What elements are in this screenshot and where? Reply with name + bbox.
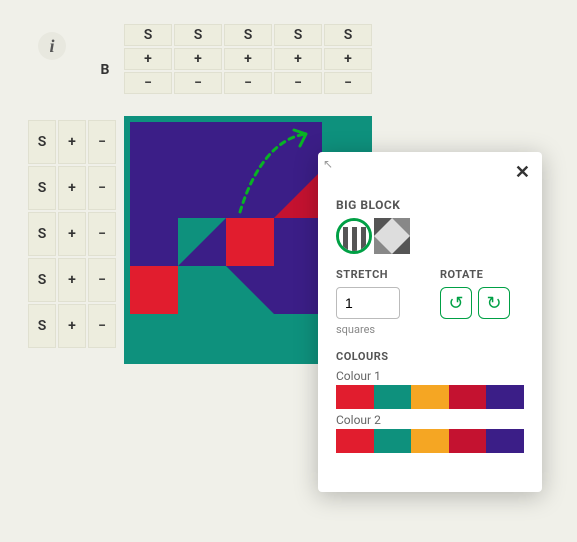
swatch-row: [336, 429, 524, 453]
stretch-hint: squares: [336, 323, 420, 336]
colour-swatch[interactable]: [449, 429, 487, 453]
canvas-shape[interactable]: [226, 266, 274, 314]
block-option-triangles[interactable]: [374, 218, 410, 254]
colour-swatch[interactable]: [449, 385, 487, 409]
block-panel: ↖ ✕ BIG BLOCK STRETCH squares: [318, 152, 542, 492]
col-remove-button[interactable]: −: [274, 72, 322, 94]
canvas-shape[interactable]: [274, 314, 322, 362]
canvas-shape[interactable]: [226, 218, 274, 266]
row-select-button[interactable]: S: [28, 304, 56, 348]
stretch-input[interactable]: [336, 287, 400, 319]
close-icon[interactable]: ✕: [515, 162, 530, 183]
col-select-button[interactable]: S: [224, 24, 272, 46]
block-option-stripes[interactable]: [336, 218, 372, 254]
resize-handle-icon[interactable]: ↖: [323, 157, 333, 171]
stretch-section: STRETCH squares: [336, 268, 420, 336]
row-remove-button[interactable]: −: [88, 212, 116, 256]
col-select-button[interactable]: S: [124, 24, 172, 46]
col-add-button[interactable]: +: [174, 48, 222, 70]
colour-row-label: Colour 2: [336, 413, 524, 427]
row-remove-button[interactable]: −: [88, 166, 116, 210]
info-button[interactable]: i: [38, 32, 66, 60]
rotate-section: ROTATE ↺ ↻: [440, 268, 524, 336]
rotate-ccw-icon: ↺: [448, 293, 463, 314]
col-add-button[interactable]: +: [124, 48, 172, 70]
row-add-button[interactable]: +: [58, 212, 86, 256]
colours-label: COLOURS: [336, 350, 524, 363]
canvas-shape[interactable]: [178, 314, 226, 362]
row-remove-button[interactable]: −: [88, 258, 116, 302]
col-add-button[interactable]: +: [224, 48, 272, 70]
stretch-label: STRETCH: [336, 268, 420, 281]
canvas-shape[interactable]: [178, 218, 226, 266]
rotate-ccw-button[interactable]: ↺: [440, 287, 472, 319]
col-remove-button[interactable]: −: [174, 72, 222, 94]
colours-section: COLOURS Colour 1 Colour 2: [336, 350, 524, 453]
swatch-row: [336, 385, 524, 409]
row-select-button[interactable]: S: [28, 166, 56, 210]
row-remove-button[interactable]: −: [88, 304, 116, 348]
rotate-cw-button[interactable]: ↻: [478, 287, 510, 319]
top-controls: S+−S+−S+−S+−S+−: [124, 24, 372, 94]
canvas-shape[interactable]: [178, 266, 226, 314]
canvas-shape[interactable]: [226, 314, 274, 362]
col-remove-button[interactable]: −: [324, 72, 372, 94]
canvas-shape[interactable]: [130, 314, 178, 362]
info-icon: i: [49, 36, 54, 57]
colour-swatch[interactable]: [336, 385, 374, 409]
panel-title: BIG BLOCK: [336, 198, 524, 212]
col-add-button[interactable]: +: [324, 48, 372, 70]
canvas-shape[interactable]: [274, 170, 322, 218]
colour-swatch[interactable]: [374, 429, 412, 453]
colour-row-label: Colour 1: [336, 369, 524, 383]
left-controls: S+−S+−S+−S+−S+−: [28, 120, 116, 348]
colour-swatch[interactable]: [374, 385, 412, 409]
colour-rows: Colour 1 Colour 2: [336, 369, 524, 453]
row-add-button[interactable]: +: [58, 120, 86, 164]
colour-swatch[interactable]: [336, 429, 374, 453]
colour-swatch[interactable]: [486, 429, 524, 453]
bold-label: B: [90, 60, 120, 80]
col-select-button[interactable]: S: [174, 24, 222, 46]
block-selector: [336, 218, 524, 254]
colour-swatch[interactable]: [486, 385, 524, 409]
col-remove-button[interactable]: −: [224, 72, 272, 94]
row-add-button[interactable]: +: [58, 166, 86, 210]
row-add-button[interactable]: +: [58, 304, 86, 348]
col-remove-button[interactable]: −: [124, 72, 172, 94]
row-select-button[interactable]: S: [28, 212, 56, 256]
col-select-button[interactable]: S: [274, 24, 322, 46]
row-add-button[interactable]: +: [58, 258, 86, 302]
colour-swatch[interactable]: [411, 429, 449, 453]
row-select-button[interactable]: S: [28, 258, 56, 302]
canvas-shape[interactable]: [130, 266, 178, 314]
colour-swatch[interactable]: [411, 385, 449, 409]
row-remove-button[interactable]: −: [88, 120, 116, 164]
row-select-button[interactable]: S: [28, 120, 56, 164]
col-add-button[interactable]: +: [274, 48, 322, 70]
rotate-cw-icon: ↻: [486, 293, 501, 314]
rotate-label: ROTATE: [440, 268, 524, 281]
col-select-button[interactable]: S: [324, 24, 372, 46]
